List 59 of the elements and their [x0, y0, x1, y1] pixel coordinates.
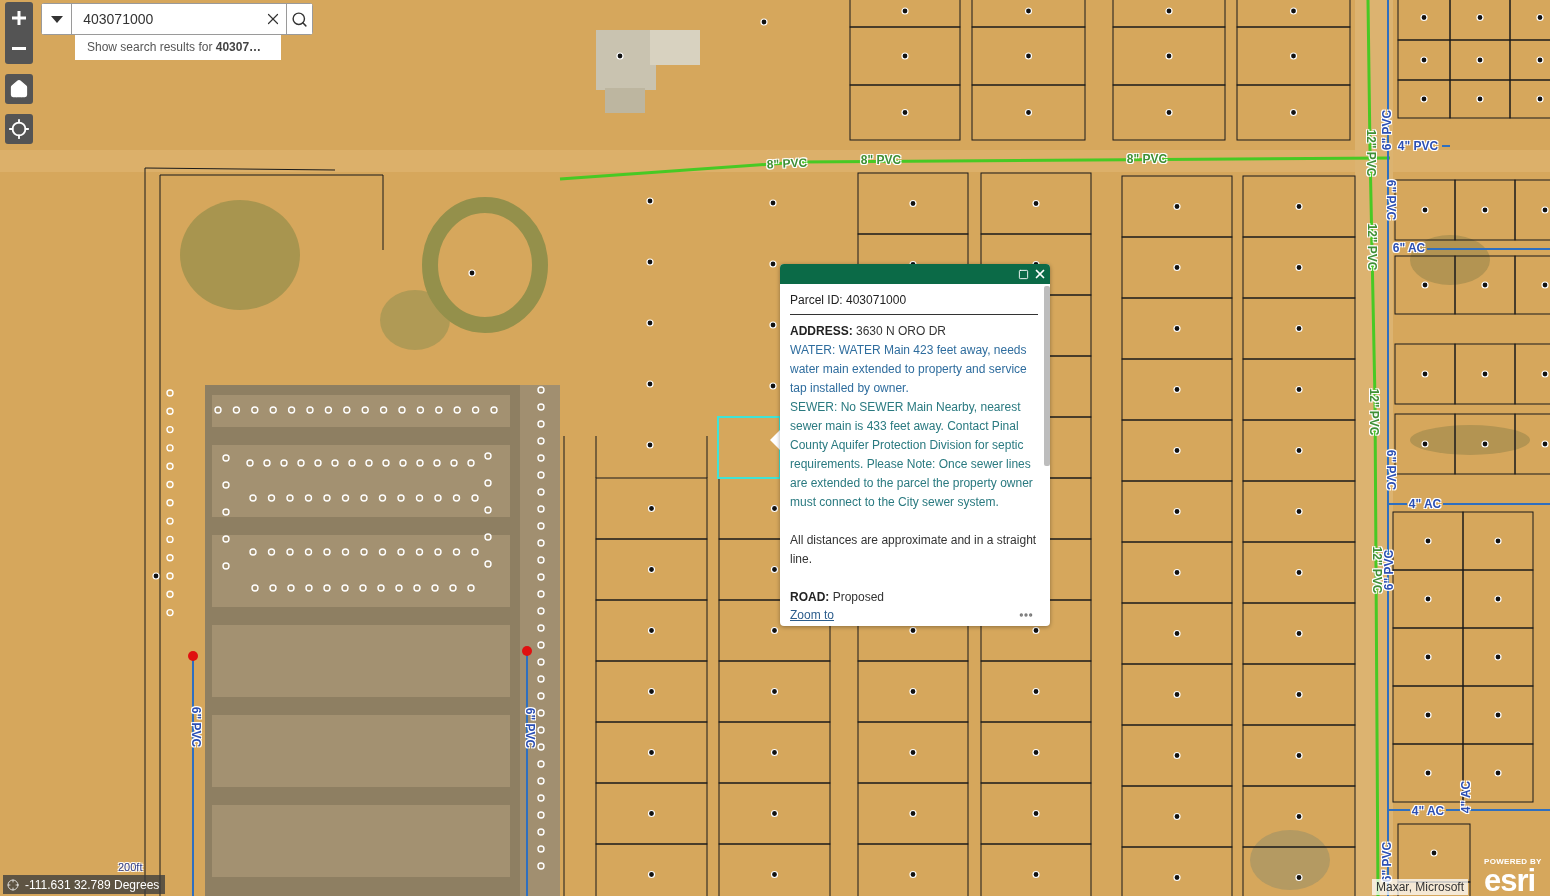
pipe-label: 4" PVC [1397, 139, 1439, 153]
home-button[interactable] [5, 74, 33, 104]
maximize-button[interactable] [1018, 268, 1029, 280]
locate-button[interactable] [5, 114, 33, 144]
pipe-label: 12" PVC [1364, 223, 1378, 271]
pipe-label: 8" PVC [1126, 152, 1168, 166]
pipe-label: 6" PVC [522, 707, 536, 749]
coordinate-text: -111.631 32.789 Degrees [25, 877, 160, 892]
road-info-text: ROAD: Proposed [790, 589, 886, 606]
logo-caption: POWERED BY [1484, 857, 1542, 866]
search-field[interactable]: 403071000 [72, 4, 265, 34]
pipe-end-marker-icon [188, 651, 198, 661]
parcel-marker-icon [468, 269, 476, 277]
zoom-to-link[interactable]: Zoom to [790, 608, 834, 622]
pipe-label: 6" PVC [1380, 109, 1394, 151]
pipe-label: 12" PVC [1363, 129, 1377, 177]
pipe-label: 4" AC [1459, 780, 1473, 814]
pipe-label: 6" PVC [1383, 449, 1397, 491]
pipe-label: 6" AC [1392, 241, 1426, 255]
pipe-label: 12" PVC [1369, 546, 1383, 594]
source-dropdown-button[interactable] [42, 4, 73, 34]
close-icon [1033, 267, 1047, 281]
locate-icon [8, 118, 30, 140]
search-button[interactable] [286, 4, 312, 34]
crosshair-icon[interactable] [7, 878, 19, 891]
sewer-main-line [1441, 145, 1451, 147]
pipe-label: 6" PVC [188, 706, 202, 748]
logo-wordmark: esri [1484, 866, 1536, 896]
search-suggestion[interactable]: Show search results for 40307… [75, 35, 281, 60]
pipe-label: 6" PVC [1382, 549, 1396, 591]
note-info-text: All distances are approximate and in a straight line. [790, 532, 1038, 568]
close-button[interactable] [1033, 267, 1047, 281]
plus-icon [12, 10, 26, 25]
minus-icon [12, 47, 26, 50]
pipe-label: 4" AC [1408, 497, 1442, 511]
pipe-end-marker-icon [522, 646, 532, 656]
caret-icon [50, 15, 63, 23]
address-info-text: ADDRESS: 3630 N ORO DR [790, 323, 948, 340]
water-info-text: WATER: WATER Main 423 feet away, needs water main extended to property and service tap installed by owner. [790, 342, 1028, 397]
search-bar[interactable]: 403071000 [41, 3, 313, 35]
parcel-marker-icon [760, 18, 768, 26]
scrollbar-thumb[interactable] [1044, 286, 1050, 466]
scale-bar-label: 200ft [118, 861, 143, 873]
zoom-in-button[interactable] [5, 2, 33, 33]
pipe-label: 6" PVC [1380, 841, 1394, 883]
pipe-label: 4" AC [1411, 804, 1445, 818]
parcel-marker-icon [616, 52, 624, 60]
parcel-marker-icon [152, 572, 160, 580]
pipe-label: 12" PVC [1366, 388, 1380, 436]
pipe-label: 8" PVC [860, 153, 902, 167]
scrub-patch-drawing [380, 290, 450, 350]
zoom-out-button[interactable] [5, 33, 33, 64]
parcel-id-title: Parcel ID: 403071000 [790, 292, 1038, 315]
maximize-icon [1018, 268, 1029, 280]
sewer-info-text: SEWER: No SEWER Main Nearby, nearest sewer main is 433 feet away. Contact Pinal County Aquifer Protection Division for septic requirements. Please Note: Once sewer lines are extended to the parcel the property owner must connect to the City sewer system. [790, 399, 1034, 511]
pipe-label: 8" PVC [766, 156, 808, 172]
home-icon [9, 79, 29, 99]
search-icon [291, 10, 309, 28]
pipe-label: 6" PVC [1383, 179, 1397, 221]
